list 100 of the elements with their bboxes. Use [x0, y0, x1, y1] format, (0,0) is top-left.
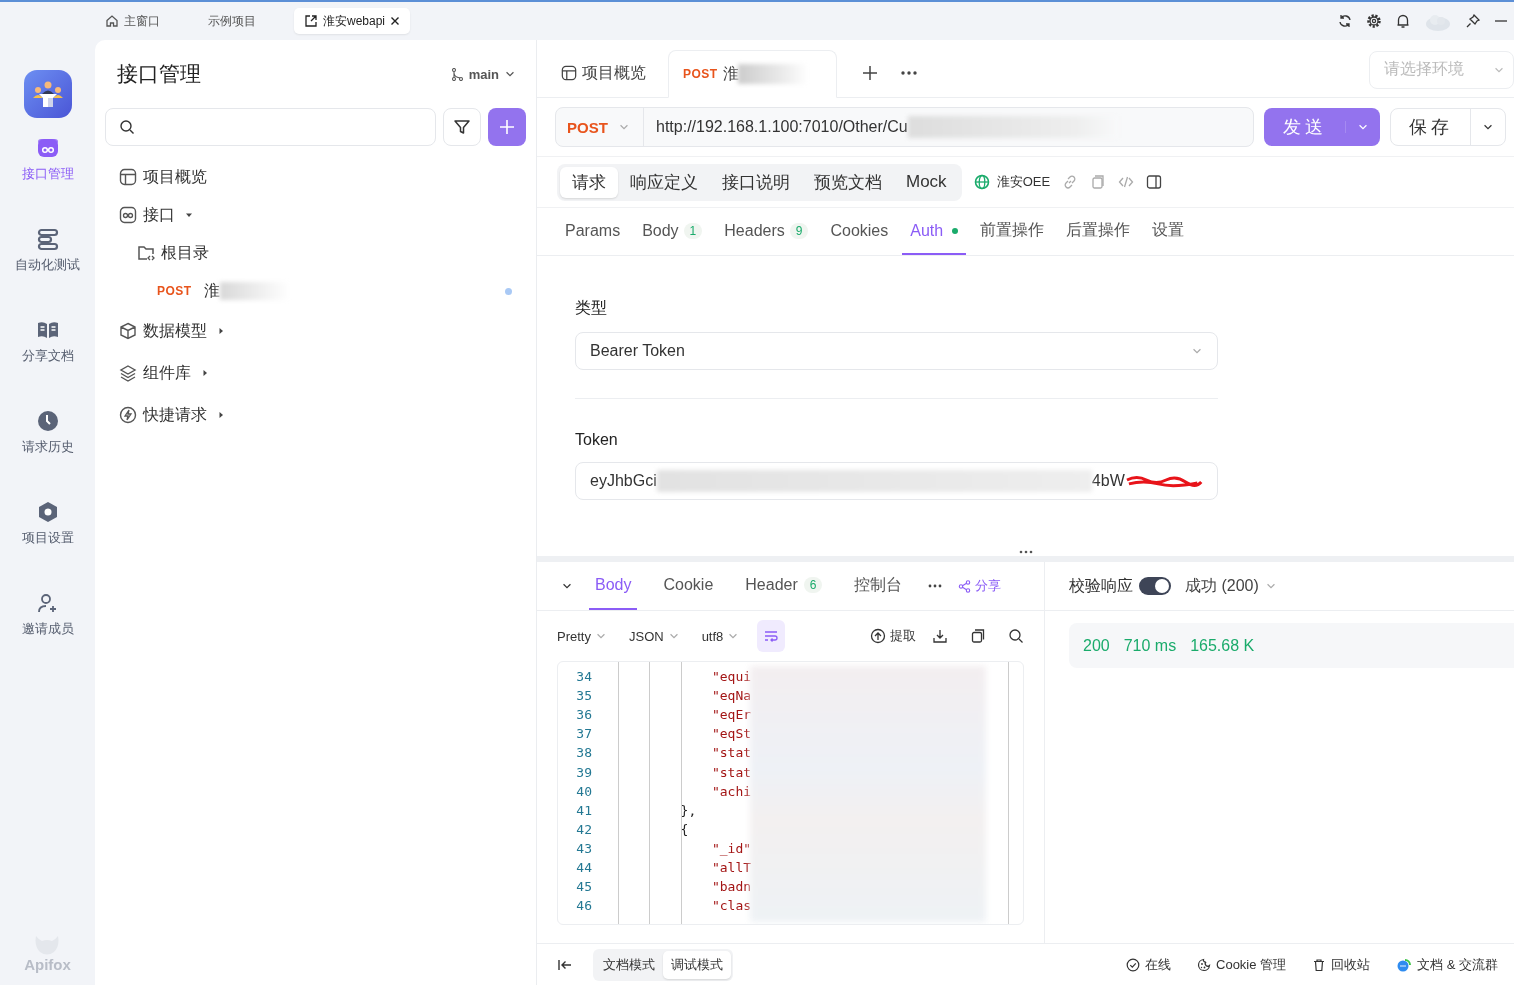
filter-button[interactable]: [443, 108, 481, 146]
editor-tab[interactable]: 项目概览: [549, 49, 658, 97]
search-field[interactable]: [105, 108, 436, 146]
result-select[interactable]: 成功 (200): [1185, 575, 1277, 597]
tree-label: 根目录: [161, 242, 209, 263]
code-line: "clas: [710, 898, 752, 914]
tree-label: 组件库: [143, 362, 191, 383]
mode-tab[interactable]: 文档模式: [595, 950, 663, 979]
tree-item[interactable]: 数据模型: [105, 310, 526, 352]
search-icon[interactable]: [1008, 628, 1024, 644]
validate-toggle[interactable]: [1139, 577, 1171, 595]
footer-link[interactable]: 文档 & 交流群: [1396, 955, 1498, 974]
nav-item[interactable]: 分享文档: [21, 318, 74, 409]
param-tab[interactable]: Body 1: [634, 208, 711, 255]
tree-item[interactable]: 快捷请求: [105, 394, 526, 436]
window-tab[interactable]: 主窗口: [95, 8, 170, 34]
project-logo[interactable]: [23, 70, 72, 118]
drag-handle-icon[interactable]: [1018, 550, 1033, 554]
param-tab[interactable]: 前置操作: [972, 208, 1053, 255]
footer-link[interactable]: Cookie 管理: [1197, 955, 1287, 974]
download-icon[interactable]: [932, 628, 948, 644]
nav-item[interactable]: 请求历史: [21, 409, 74, 500]
code-line: "eqNa: [710, 688, 752, 704]
search-icon: [119, 119, 135, 135]
add-button[interactable]: [488, 108, 526, 146]
editor-tab[interactable]: POST 淮: [668, 50, 837, 98]
response-size: 165.68 K: [1190, 636, 1255, 655]
tree-label: 快捷请求: [143, 404, 207, 425]
bell-icon[interactable]: [1395, 13, 1411, 29]
save-button[interactable]: 保存: [1390, 108, 1506, 146]
brand-label: Apifox: [24, 956, 71, 973]
nav-label: 分享文档: [21, 347, 74, 365]
token-field[interactable]: eyJhbGci 4bW: [575, 462, 1218, 500]
section-tab[interactable]: 响应定义: [618, 166, 710, 198]
share-link[interactable]: 分享: [958, 577, 1002, 595]
format-select[interactable]: utf8: [701, 628, 740, 644]
code-line: "eqEr: [710, 707, 752, 723]
folder-icon: [137, 244, 155, 262]
send-button[interactable]: 发送: [1264, 108, 1380, 146]
param-tab[interactable]: 设置: [1144, 208, 1193, 255]
line-number: 34: [575, 669, 593, 685]
window-tab[interactable]: 示例项目: [178, 8, 286, 34]
tree-item[interactable]: 项目概览: [105, 158, 526, 196]
panel-icon[interactable]: [1146, 174, 1163, 190]
close-icon[interactable]: [390, 16, 401, 26]
nav-item[interactable]: 接口管理: [21, 136, 74, 227]
placeholder-text: 请选择环境: [1384, 59, 1464, 79]
extract-button[interactable]: 提取: [870, 627, 916, 645]
endpoint-item[interactable]: POST 淮: [105, 272, 526, 310]
param-tab[interactable]: Params: [557, 208, 629, 255]
wrap-toggle[interactable]: [757, 620, 786, 652]
section-tab[interactable]: 预览文档: [802, 166, 894, 198]
tree-item[interactable]: 接口: [105, 196, 526, 234]
cube-icon: [119, 322, 137, 340]
footer-link[interactable]: 在线: [1126, 955, 1171, 974]
auth-type-select[interactable]: Bearer Token: [575, 332, 1218, 370]
refresh-icon[interactable]: [1337, 13, 1353, 29]
tree-item[interactable]: 根目录: [105, 234, 526, 272]
nav-label: 自动化测试: [15, 256, 80, 274]
branch-select[interactable]: main: [450, 66, 516, 82]
section-tab[interactable]: 请求: [560, 166, 618, 198]
more-icon[interactable]: [928, 584, 943, 588]
response-tab[interactable]: Header 6: [739, 562, 829, 610]
plus-icon[interactable]: [861, 64, 878, 81]
branch-icon: [450, 67, 464, 81]
nav-item[interactable]: 项目设置: [21, 500, 74, 591]
settings-icon[interactable]: [1366, 13, 1382, 29]
section-tab[interactable]: Mock: [894, 166, 959, 198]
param-tab[interactable]: Cookies: [822, 208, 897, 255]
line-number: 35: [575, 688, 593, 704]
format-select[interactable]: Pretty: [557, 628, 607, 644]
more-icon[interactable]: [899, 69, 918, 76]
scrollbar[interactable]: [1008, 662, 1009, 924]
format-select[interactable]: JSON: [628, 628, 680, 644]
param-tab[interactable]: 后置操作: [1058, 208, 1139, 255]
code-line: "_id": [710, 840, 752, 856]
line-number: 45: [575, 879, 593, 895]
param-tab[interactable]: Auth: [902, 208, 967, 255]
param-tab[interactable]: Headers 9: [716, 208, 817, 255]
line-number: 46: [575, 898, 593, 914]
pin-icon[interactable]: [1465, 13, 1481, 29]
tree-label: 数据模型: [143, 320, 207, 341]
tree-item[interactable]: 组件库: [105, 352, 526, 394]
count-badge: 9: [789, 222, 809, 239]
mode-tab[interactable]: 调试模式: [663, 950, 731, 979]
copy-icon[interactable]: [970, 628, 986, 644]
api-icon: [35, 136, 60, 160]
validate-label: 校验响应: [1069, 575, 1133, 596]
line-number: 44: [575, 860, 593, 875]
nav-item[interactable]: 自动化测试: [15, 227, 80, 318]
tab-label: 淮: [722, 63, 739, 84]
response-tab[interactable]: Body: [589, 562, 638, 610]
section-tab[interactable]: 接口说明: [710, 166, 802, 198]
footer-link[interactable]: 回收站: [1312, 955, 1371, 974]
window-tab[interactable]: 淮安webapi: [294, 8, 411, 34]
line-number: 42: [575, 821, 593, 837]
tree-label: 接口: [143, 204, 175, 225]
response-tab[interactable]: Cookie: [657, 562, 720, 610]
nav-item[interactable]: 邀请成员: [21, 591, 74, 682]
response-tab[interactable]: 控制台: [848, 562, 909, 610]
